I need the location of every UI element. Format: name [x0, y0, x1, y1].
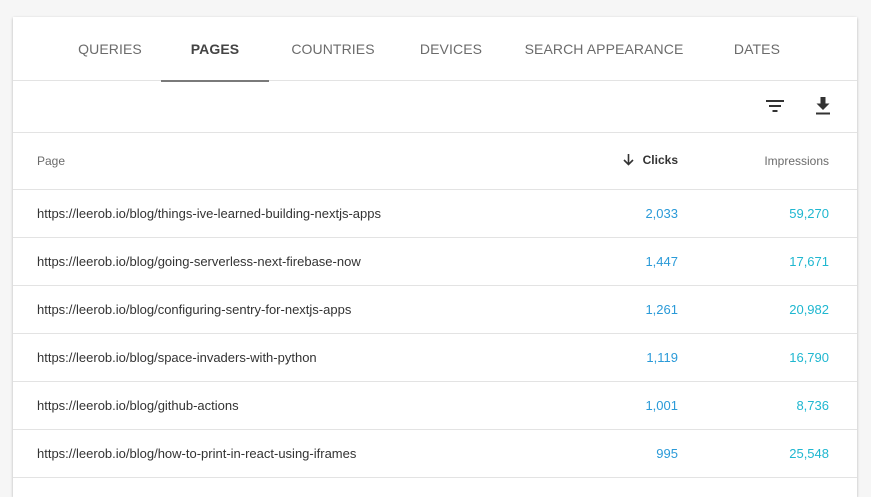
- clicks-value: 2,033: [538, 189, 678, 238]
- performance-card: QUERIES PAGES COUNTRIES DEVICES SEARCH A…: [13, 17, 857, 497]
- header-clicks-label: Clicks: [642, 153, 678, 167]
- page-url: https://leerob.io/blog/how-to-print-in-r…: [13, 429, 538, 478]
- clicks-value: 1,001: [538, 381, 678, 430]
- table-row[interactable]: https://leerob.io/blog/how-to-print-in-r…: [13, 429, 857, 478]
- header-clicks[interactable]: Clicks: [538, 133, 678, 190]
- download-icon: [816, 97, 830, 115]
- table-header-row: Page Clicks Impressions: [13, 133, 857, 190]
- impressions-value: 8,736: [678, 381, 857, 430]
- page-url: https://leerob.io/blog/space-invaders-wi…: [13, 333, 538, 382]
- tab-devices[interactable]: DEVICES: [397, 17, 505, 81]
- header-impressions-label: Impressions: [764, 154, 829, 168]
- page-url: https://leerob.io/blog/github-actions: [13, 381, 538, 430]
- arrow-down-icon: [623, 154, 634, 166]
- header-page[interactable]: Page: [13, 133, 538, 190]
- clicks-value: 1,119: [538, 333, 678, 382]
- table-toolbar: [13, 81, 857, 133]
- tab-pages[interactable]: PAGES: [161, 17, 269, 82]
- tab-bar: QUERIES PAGES COUNTRIES DEVICES SEARCH A…: [13, 17, 857, 82]
- page-url: https://leerob.io/blog/configuring-sentr…: [13, 285, 538, 334]
- page-url: https://leerob.io/blog/things-ive-learne…: [13, 189, 538, 238]
- tab-search-appearance[interactable]: SEARCH APPEARANCE: [505, 17, 703, 81]
- table-row[interactable]: https://leerob.io/blog/github-actions 1,…: [13, 381, 857, 430]
- header-page-label: Page: [37, 154, 66, 168]
- table-row[interactable]: https://leerob.io/blog/configuring-sentr…: [13, 285, 857, 334]
- impressions-value: 17,671: [678, 237, 857, 286]
- clicks-value: 995: [538, 429, 678, 478]
- tab-countries[interactable]: COUNTRIES: [269, 17, 397, 81]
- filter-icon: [766, 100, 784, 112]
- tab-queries[interactable]: QUERIES: [59, 17, 161, 81]
- impressions-value: 59,270: [678, 189, 857, 238]
- table-row[interactable]: https://leerob.io/blog/going-serverless-…: [13, 237, 857, 286]
- table-row[interactable]: https://leerob.io/blog/things-ive-learne…: [13, 189, 857, 238]
- clicks-sort-control[interactable]: Clicks: [623, 153, 678, 167]
- table-row[interactable]: https://leerob.io/blog/space-invaders-wi…: [13, 333, 857, 382]
- pages-table: Page Clicks Impressions https://leerob.i…: [13, 133, 857, 478]
- filter-button[interactable]: [762, 93, 788, 119]
- tab-dates[interactable]: DATES: [703, 17, 811, 81]
- page-url: https://leerob.io/blog/going-serverless-…: [13, 237, 538, 286]
- impressions-value: 25,548: [678, 429, 857, 478]
- impressions-value: 20,982: [678, 285, 857, 334]
- header-impressions[interactable]: Impressions: [678, 133, 857, 190]
- clicks-value: 1,261: [538, 285, 678, 334]
- impressions-value: 16,790: [678, 333, 857, 382]
- download-button[interactable]: [810, 93, 836, 119]
- clicks-value: 1,447: [538, 237, 678, 286]
